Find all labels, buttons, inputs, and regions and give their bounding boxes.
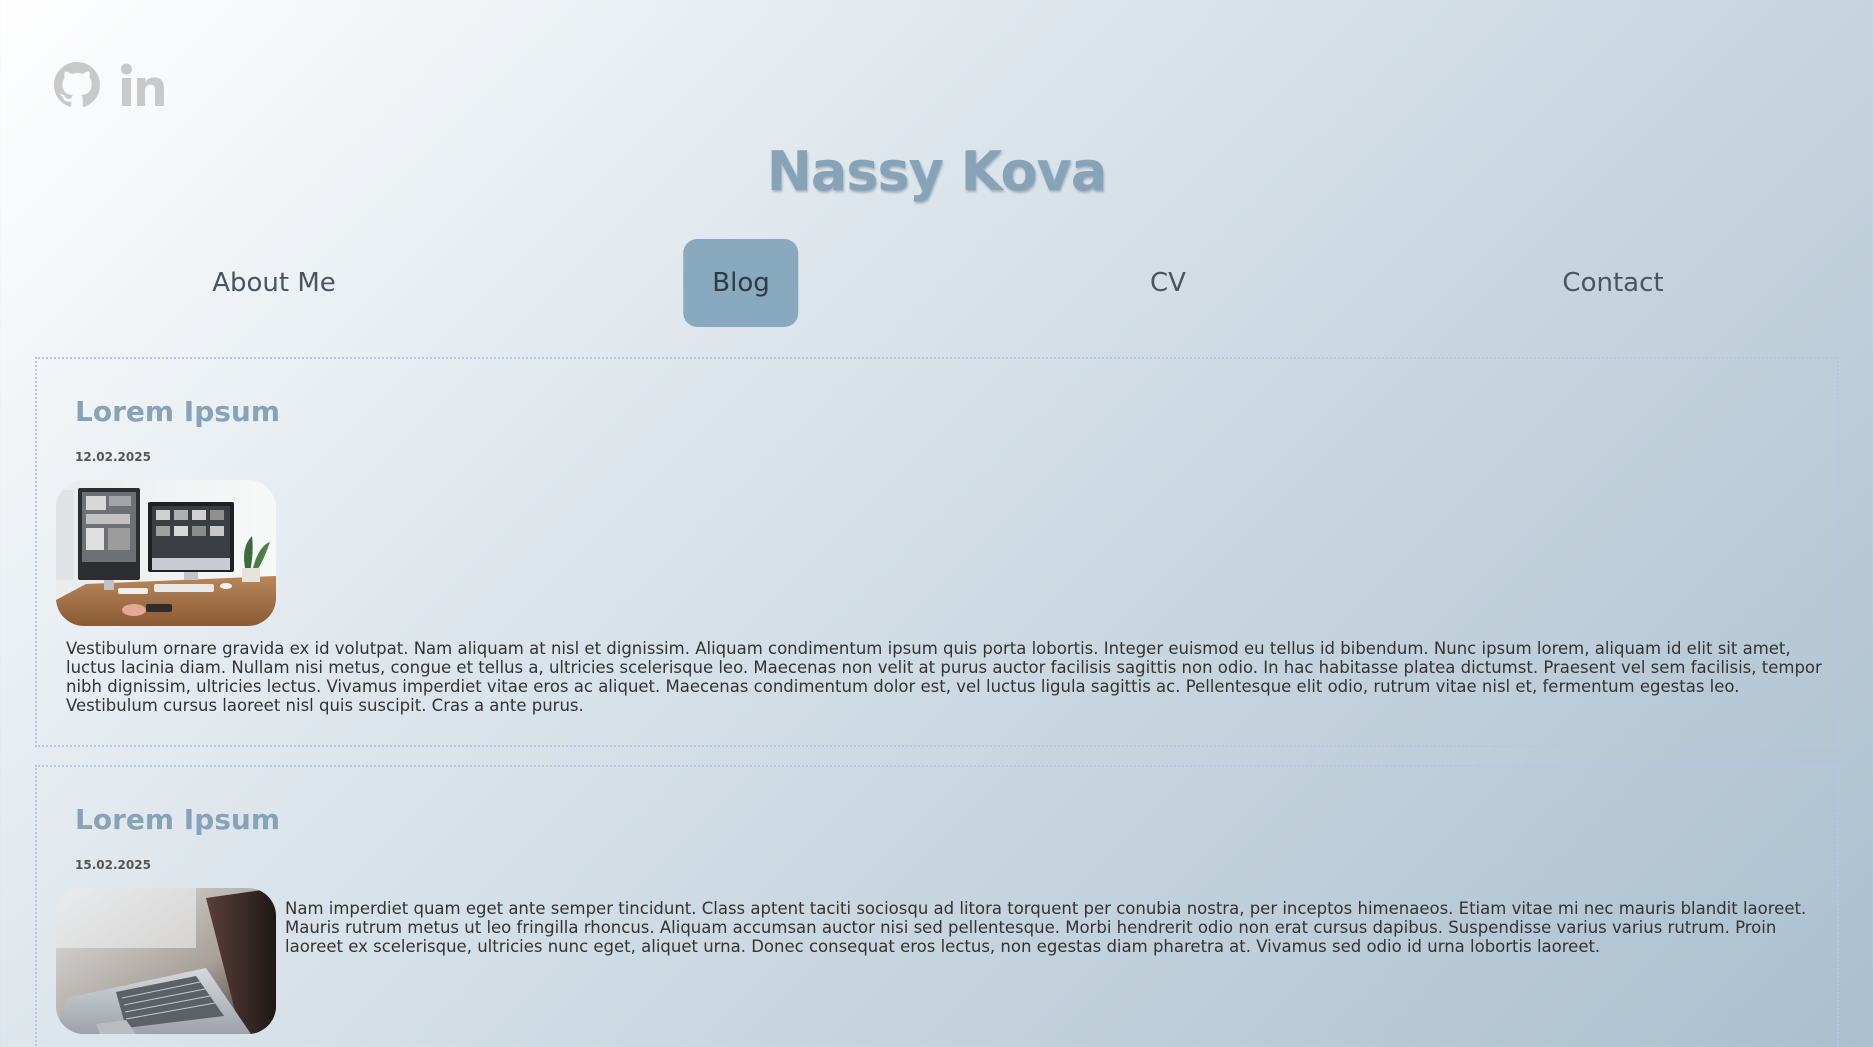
post-body: Nam imperdiet quam eget ante semper tinc… (285, 899, 1807, 956)
post-body: Vestibulum ornare gravida ex id volutpat… (66, 639, 1822, 715)
desktop-monitors-photo (56, 480, 276, 626)
blog-post: Lorem Ipsum 12.02.2025 Vestibulum ornare… (35, 357, 1839, 747)
blog-post: Lorem Ipsum 15.02.2025 Nam imperdiet qua… (35, 765, 1839, 1047)
post-title[interactable]: Lorem Ipsum (75, 803, 280, 836)
linkedin-link[interactable] (120, 62, 168, 108)
github-icon (54, 62, 100, 107)
laptop-photo (56, 888, 276, 1034)
nav-blog[interactable]: Blog (683, 239, 799, 327)
post-date: 12.02.2025 (75, 450, 151, 464)
linkedin-icon (121, 63, 164, 106)
post-title[interactable]: Lorem Ipsum (75, 395, 280, 428)
github-link[interactable] (54, 62, 100, 108)
post-image-desktop (56, 480, 276, 626)
site-title: Nassy Kova (766, 140, 1108, 203)
nav-contact[interactable]: Contact (1562, 239, 1663, 327)
post-date: 15.02.2025 (75, 858, 151, 872)
social-links (54, 62, 168, 108)
post-image-laptop (56, 888, 276, 1034)
nav-cv[interactable]: CV (1150, 239, 1186, 327)
main-nav: About Me Blog CV Contact (0, 239, 1873, 327)
nav-about-me[interactable]: About Me (212, 239, 336, 327)
